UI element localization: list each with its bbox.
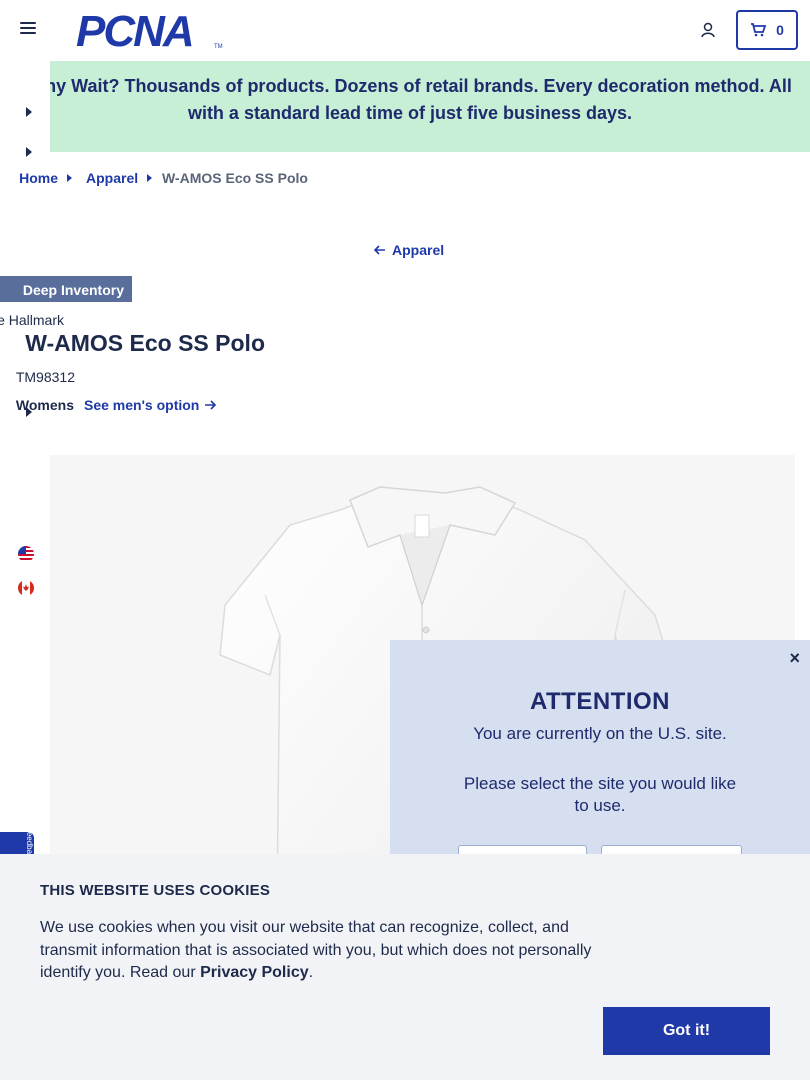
privacy-policy-link[interactable]: Privacy Policy — [200, 964, 309, 981]
cookie-body: We use cookies when you visit our websit… — [40, 919, 592, 981]
breadcrumb-separator-icon — [147, 174, 152, 182]
mens-option-link[interactable]: See men's option — [84, 397, 217, 413]
arrow-right-icon — [205, 400, 217, 410]
promo-banner-text: Why Wait? Thousands of products. Dozens … — [28, 76, 792, 123]
us-flag-icon[interactable] — [18, 546, 34, 562]
product-brand: Elevate Hallmark — [0, 312, 64, 328]
breadcrumb-current: W-AMOS Eco SS Polo — [162, 170, 308, 186]
mens-option-label: See men's option — [84, 397, 200, 413]
breadcrumb-category[interactable]: Apparel — [86, 170, 138, 186]
close-icon[interactable]: × — [789, 648, 800, 669]
canada-flag-icon[interactable] — [18, 580, 34, 596]
breadcrumb-home[interactable]: Home — [14, 170, 58, 186]
cookie-period: . — [308, 964, 314, 981]
cookie-title: THIS WEBSITE USES COOKIES — [40, 882, 271, 899]
badge-label: Deep Inventory — [22, 282, 124, 298]
sidebar-expand-icon-1[interactable] — [26, 107, 32, 117]
cart-button[interactable]: 0 — [736, 10, 798, 50]
breadcrumb: Home Apparel W-AMOS Eco SS Polo — [0, 170, 760, 188]
logo-text: PCNA — [76, 10, 193, 52]
site-select-modal: × ATTENTION You are currently on the U.S… — [390, 640, 810, 875]
arrow-left-icon — [374, 245, 385, 255]
product-gender: Womens — [15, 397, 74, 413]
product-sku: TM98312 — [15, 369, 75, 385]
back-to-category-link[interactable]: Apparel — [374, 242, 444, 258]
breadcrumb-separator-icon — [67, 174, 72, 182]
logo-tm: TM — [214, 44, 223, 50]
site-header: PCNA TM 0 — [0, 0, 810, 61]
promo-banner: Why Wait? Thousands of products. Dozens … — [28, 61, 810, 152]
modal-message: You are currently on the U.S. site. — [473, 724, 727, 743]
modal-instruction: Please select the site you would like to… — [463, 774, 737, 815]
back-link-label: Apparel — [392, 242, 445, 258]
account-icon[interactable] — [698, 20, 718, 40]
deep-inventory-badge: Deep Inventory — [0, 276, 132, 302]
cart-icon — [751, 23, 767, 37]
accept-cookies-button[interactable]: Got it! — [603, 1007, 770, 1055]
product-title: W-AMOS Eco SS Polo — [25, 330, 265, 356]
cart-count: 0 — [776, 22, 784, 38]
cookie-banner: THIS WEBSITE USES COOKIES We use cookies… — [0, 854, 810, 1080]
pcna-logo[interactable]: PCNA TM — [76, 7, 226, 56]
cookie-text: We use cookies when you visit our websit… — [40, 917, 610, 985]
menu-icon[interactable] — [20, 22, 36, 36]
sidebar-expand-icon-2[interactable] — [26, 147, 32, 157]
modal-title: ATTENTION — [529, 688, 671, 715]
